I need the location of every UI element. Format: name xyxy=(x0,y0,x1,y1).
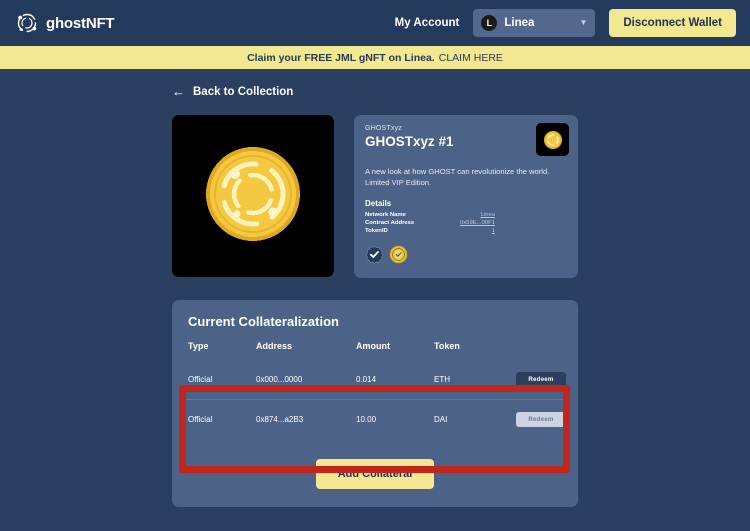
cell-amount: 0.014 xyxy=(356,375,377,385)
network-selector[interactable]: L Linea ▼ xyxy=(473,9,596,37)
nft-description: A new look at how GHOST can revolutioniz… xyxy=(365,167,550,187)
cell-action: Redeem xyxy=(510,399,566,440)
column-header-type: Type xyxy=(188,341,209,352)
cell-address: 0x874...a2B3 xyxy=(256,399,356,440)
cell-token: ETH xyxy=(434,375,450,385)
column-header-action xyxy=(510,341,566,360)
chevron-down-icon: ▼ xyxy=(579,18,588,27)
column-header-amount: Amount xyxy=(356,341,390,352)
cell-address: 0x000...0000 xyxy=(256,375,303,385)
linea-token-icon: L xyxy=(481,15,498,31)
gold-seal-badge-icon[interactable] xyxy=(389,245,408,269)
claim-here-link[interactable]: CLAIM HERE xyxy=(439,52,503,64)
promo-banner-text: Claim your FREE JML gNFT on Linea. xyxy=(247,51,435,64)
add-collateral-wrap: Add Collateral xyxy=(184,459,566,490)
nft-badges xyxy=(365,245,567,269)
column-header-token: Token xyxy=(434,341,460,352)
cell-action: Redeem xyxy=(510,360,566,400)
cell-type: Official xyxy=(184,399,256,440)
detail-row-contract-address: Contract Address 0x59E...00F1 xyxy=(365,220,495,228)
current-collateralization-panel: Current Collateralization Type Address A… xyxy=(172,300,578,508)
table-row: Official 0x874...a2B3 10.00 DAI Redeem xyxy=(184,399,566,440)
main-content: ← Back to Collection GHOSTxyz GHOSTxyz #… xyxy=(0,69,750,531)
app-header: ghostNFT My Account L Linea ▼ Disconnect… xyxy=(0,0,750,46)
column-header-address: Address xyxy=(256,341,293,352)
gold-coin-pixel-art xyxy=(193,134,313,259)
details-heading: Details xyxy=(365,199,392,208)
collateral-table: Type Address Amount Token Official 0x000… xyxy=(184,341,566,440)
detail-row-token-id: TokenID 1 xyxy=(365,228,495,236)
back-to-collection-label: Back to Collection xyxy=(193,85,294,98)
detail-value-network-name[interactable]: Linea xyxy=(481,212,495,220)
disconnect-wallet-button[interactable]: Disconnect Wallet xyxy=(609,9,736,37)
detail-row-network-name: Network Name Linea xyxy=(365,212,495,220)
brand-name: ghostNFT xyxy=(46,14,115,32)
arrow-left-icon: ← xyxy=(172,84,185,99)
nft-info-card: GHOSTxyz GHOSTxyz #1 A new look at how G… xyxy=(354,115,578,279)
detail-label: Network Name xyxy=(365,212,406,218)
cell-token: DAI xyxy=(434,399,510,440)
redeem-button-eth[interactable]: Redeem xyxy=(516,372,566,388)
promo-banner: Claim your FREE JML gNFT on Linea. CLAIM… xyxy=(0,46,750,69)
nft-artwork xyxy=(172,115,334,277)
network-label: Linea xyxy=(504,17,535,29)
header-actions: My Account L Linea ▼ Disconnect Wallet xyxy=(395,9,736,37)
table-row: Official 0x000...0000 0.014 ETH Redeem xyxy=(184,360,566,400)
detail-value-token-id[interactable]: 1 xyxy=(492,228,495,236)
my-account-link[interactable]: My Account xyxy=(395,17,460,29)
detail-label: Contract Address xyxy=(365,219,415,226)
nft-detail-row: GHOSTxyz GHOSTxyz #1 A new look at how G… xyxy=(172,115,578,279)
nft-details-list: Network Name Linea Contract Address 0x59… xyxy=(365,212,495,235)
collateralization-title: Current Collateralization xyxy=(188,314,339,330)
nft-thumbnail xyxy=(536,123,569,156)
detail-label: TokenID xyxy=(365,227,388,234)
back-to-collection-link[interactable]: ← Back to Collection xyxy=(172,85,293,98)
verified-check-badge-icon[interactable] xyxy=(365,245,384,269)
detail-value-contract-address[interactable]: 0x59E...00F1 xyxy=(460,220,495,228)
ghost-ring-logo-icon xyxy=(14,10,40,36)
cell-type: Official xyxy=(188,375,213,385)
brand-logo[interactable]: ghostNFT xyxy=(14,10,115,36)
redeem-button-dai[interactable]: Redeem xyxy=(516,412,566,428)
add-collateral-button[interactable]: Add Collateral xyxy=(315,459,435,490)
cell-amount: 10.00 xyxy=(356,399,434,440)
table-header-row: Type Address Amount Token xyxy=(184,341,566,360)
